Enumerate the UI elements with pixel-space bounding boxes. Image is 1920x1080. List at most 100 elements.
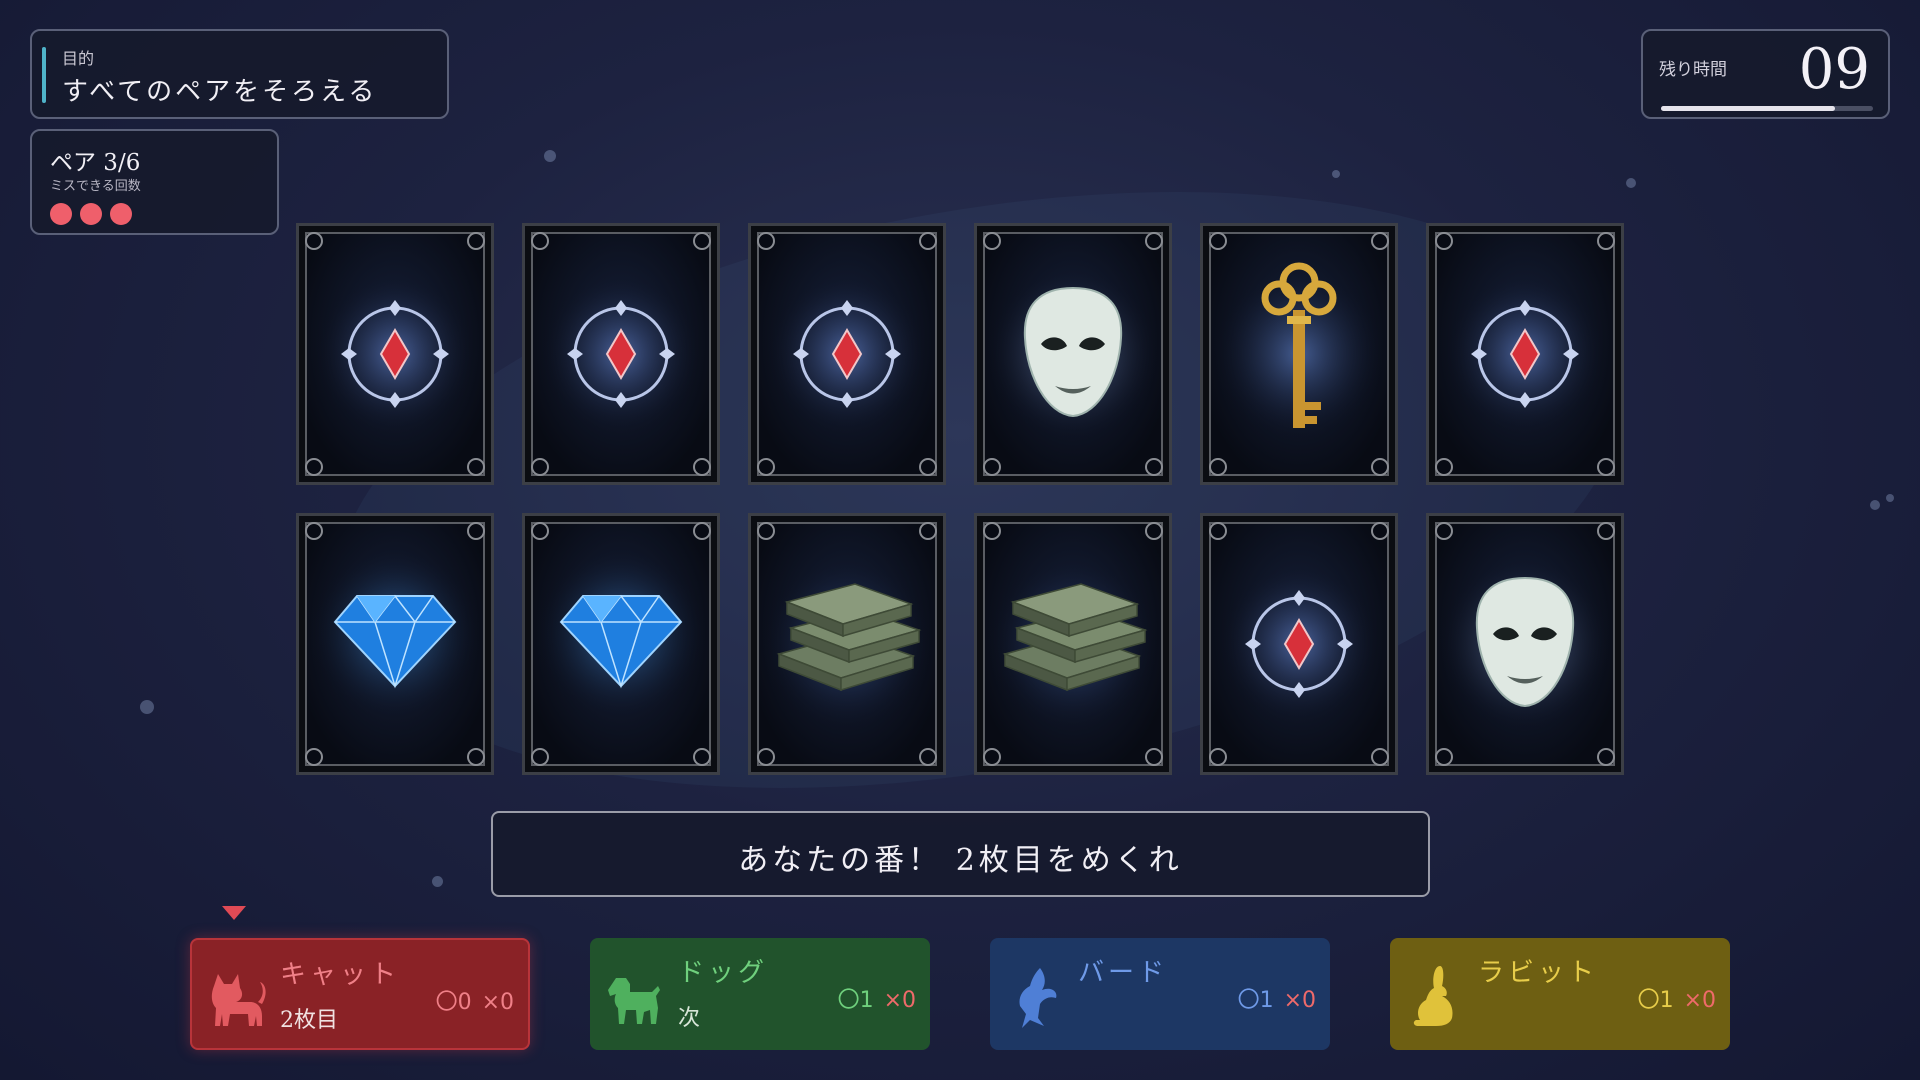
card-mask[interactable] (974, 223, 1172, 485)
card-back-emblem-icon (541, 274, 701, 434)
card-corner (467, 458, 485, 476)
diamond-icon (309, 548, 481, 720)
player-score: 〇1 ×0 (1628, 982, 1716, 1014)
card-corner (919, 748, 937, 766)
card-corner (1209, 458, 1227, 476)
mask-icon (1439, 558, 1611, 730)
objective-text: すべてのペアをそろえる (62, 77, 378, 107)
player-panel-cat: キャット 2枚目 〇0 ×0 (190, 938, 530, 1050)
correct-count: 〇1 (1237, 988, 1274, 1013)
card-corner (1597, 748, 1615, 766)
card-corner (1209, 748, 1227, 766)
player-score: 〇1 ×0 (828, 982, 916, 1014)
mask-icon (987, 268, 1159, 440)
timer-panel: 残り時間 09 (1641, 29, 1890, 119)
miss-count: ×0 (1683, 988, 1716, 1013)
card-face-down[interactable] (522, 223, 720, 485)
correct-count: 〇1 (837, 988, 874, 1013)
player-panel-dog: ドッグ 次 〇1 ×0 (590, 938, 930, 1050)
card-corner (757, 748, 775, 766)
card-corner (693, 232, 711, 250)
timer-value: 09 (1798, 37, 1870, 102)
card-corner (467, 522, 485, 540)
key-icon (1213, 262, 1385, 440)
timer-label: 残り時間 (1659, 60, 1727, 80)
player-panel-bird: バード 〇1 ×0 (990, 938, 1330, 1050)
player-score: 〇1 ×0 (1228, 982, 1316, 1014)
card-money[interactable] (748, 513, 946, 775)
pairs-panel: ペア 3/6 ミスできる回数 (30, 129, 279, 235)
objective-accent-bar (42, 47, 46, 103)
card-diamond[interactable] (296, 513, 494, 775)
card-face-down[interactable] (1426, 223, 1624, 485)
card-back-emblem-icon (767, 274, 927, 434)
card-corner (531, 748, 549, 766)
card-corner (1145, 522, 1163, 540)
card-corner (1597, 232, 1615, 250)
player-panel-rabbit: ラビット 〇1 ×0 (1390, 938, 1730, 1050)
card-corner (757, 522, 775, 540)
card-face-down[interactable] (748, 223, 946, 485)
card-face-down[interactable] (296, 223, 494, 485)
bird-icon (1019, 968, 1057, 1028)
card-corner (305, 232, 323, 250)
player-name: バード (1078, 958, 1169, 988)
card-board (296, 223, 1624, 775)
player-name: キャット (280, 960, 401, 990)
card-corner (693, 458, 711, 476)
player-score: 〇0 ×0 (426, 984, 514, 1016)
card-corner (305, 522, 323, 540)
card-diamond[interactable] (522, 513, 720, 775)
card-face-down[interactable] (1200, 513, 1398, 775)
player-name: ドッグ (678, 958, 769, 988)
card-key[interactable] (1200, 223, 1398, 485)
card-corner (467, 232, 485, 250)
miss-count: ×0 (883, 988, 916, 1013)
card-corner (1371, 458, 1389, 476)
card-corner (757, 232, 775, 250)
card-corner (1435, 458, 1453, 476)
card-back-emblem-icon (1445, 274, 1605, 434)
card-corner (1371, 522, 1389, 540)
dog-icon (608, 978, 660, 1024)
card-corner (919, 522, 937, 540)
card-corner (1145, 458, 1163, 476)
misses-label: ミスできる回数 (50, 179, 141, 194)
card-corner (1209, 232, 1227, 250)
card-corner (1597, 522, 1615, 540)
card-money[interactable] (974, 513, 1172, 775)
life-dot (80, 203, 102, 225)
card-corner (467, 748, 485, 766)
card-corner (1597, 458, 1615, 476)
diamond-icon (535, 548, 707, 720)
correct-count: 〇0 (435, 990, 472, 1015)
pair-count: ペア 3/6 (50, 150, 141, 176)
timer-progress-fill (1661, 106, 1835, 111)
card-corner (1435, 748, 1453, 766)
card-corner (1435, 522, 1453, 540)
card-corner (919, 232, 937, 250)
money-icon (987, 558, 1159, 730)
card-corner (983, 748, 1001, 766)
card-corner (693, 748, 711, 766)
rabbit-icon (1413, 966, 1453, 1026)
cat-icon (211, 974, 266, 1026)
player-name: ラビット (1478, 958, 1599, 988)
card-corner (1371, 232, 1389, 250)
card-corner (983, 522, 1001, 540)
correct-count: 〇1 (1637, 988, 1674, 1013)
card-corner (983, 458, 1001, 476)
card-corner (983, 232, 1001, 250)
card-corner (531, 458, 549, 476)
timer-progress-track (1661, 106, 1873, 111)
card-corner (531, 232, 549, 250)
card-corner (693, 522, 711, 540)
card-corner (757, 458, 775, 476)
card-back-emblem-icon (315, 274, 475, 434)
money-icon (761, 558, 933, 730)
card-corner (1371, 748, 1389, 766)
card-corner (1145, 232, 1163, 250)
card-mask[interactable] (1426, 513, 1624, 775)
turn-message-box: あなたの番！ 2枚目をめくれ (491, 811, 1430, 897)
card-corner (305, 748, 323, 766)
